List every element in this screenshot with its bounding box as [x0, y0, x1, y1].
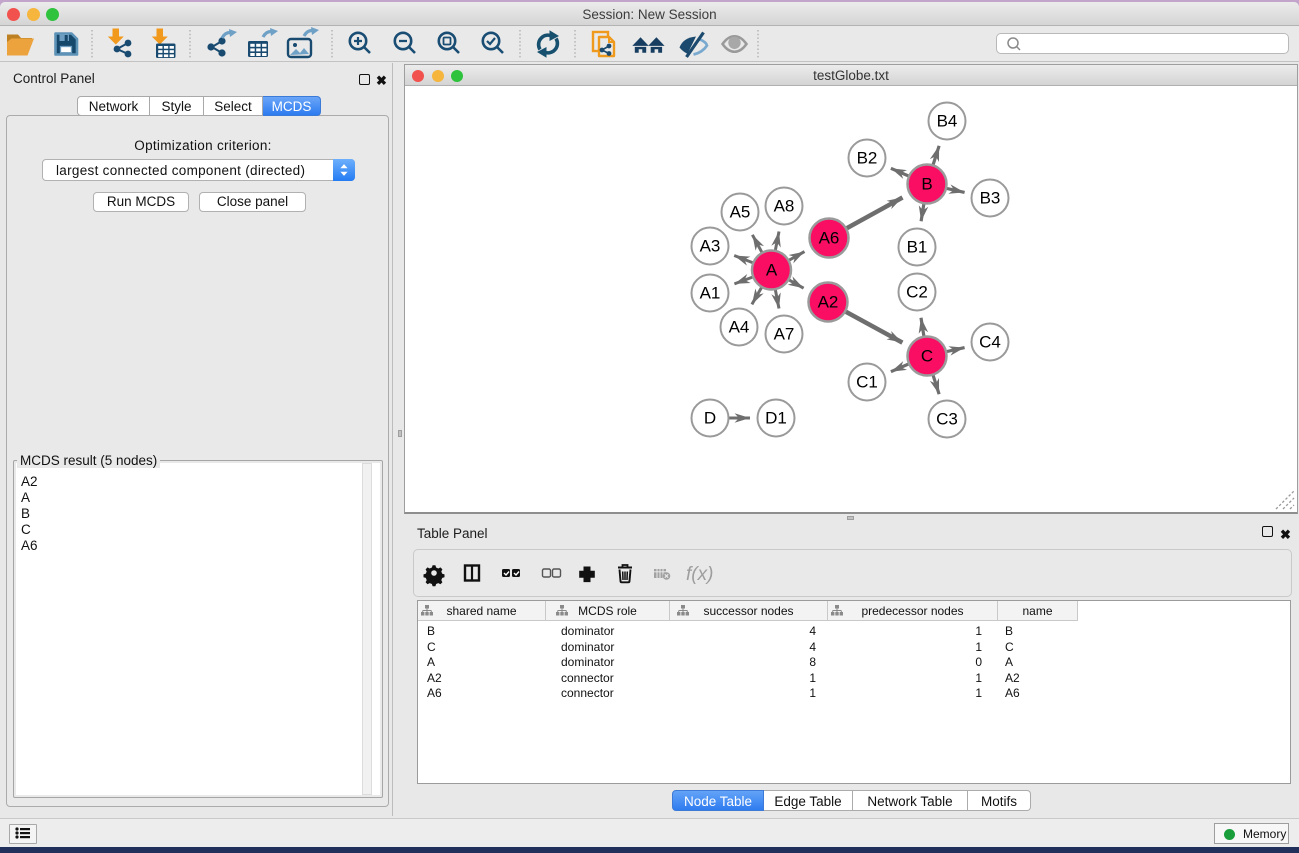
svg-text:A: A: [766, 261, 778, 280]
svg-text:B2: B2: [857, 149, 878, 168]
svg-text:C1: C1: [856, 373, 878, 392]
svg-text:B3: B3: [980, 189, 1001, 208]
svg-text:A1: A1: [700, 284, 721, 303]
svg-text:B: B: [921, 175, 932, 194]
svg-text:C2: C2: [906, 283, 928, 302]
svg-text:A5: A5: [730, 203, 751, 222]
svg-text:D1: D1: [765, 409, 787, 428]
svg-text:B1: B1: [907, 238, 928, 257]
svg-text:A3: A3: [700, 237, 721, 256]
svg-text:f(x): f(x): [686, 564, 713, 585]
svg-text:A8: A8: [774, 197, 795, 216]
svg-text:A2: A2: [818, 293, 839, 312]
svg-text:A6: A6: [819, 229, 840, 248]
svg-text:C3: C3: [936, 410, 958, 429]
svg-text:B4: B4: [937, 112, 958, 131]
svg-text:C: C: [921, 347, 933, 366]
svg-text:C4: C4: [979, 333, 1001, 352]
svg-text:A4: A4: [729, 318, 750, 337]
svg-text:D: D: [704, 409, 716, 428]
svg-text:A7: A7: [774, 325, 795, 344]
